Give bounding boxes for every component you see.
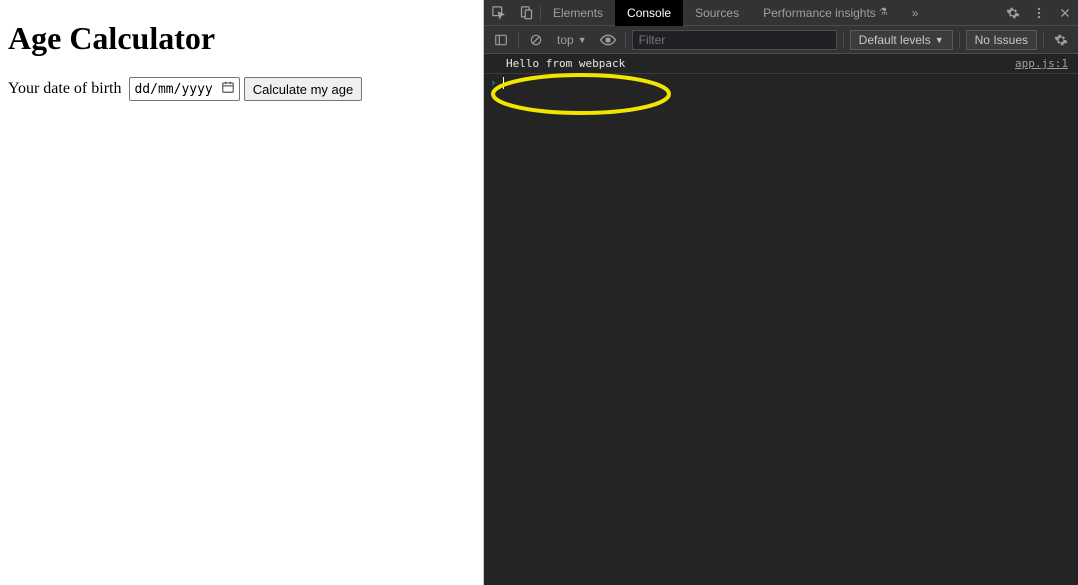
console-output: Hello from webpack app.js:1 › — [484, 54, 1078, 585]
tab-label: Performance insights — [763, 6, 876, 20]
tab-sources[interactable]: Sources — [683, 0, 751, 26]
clear-console-icon[interactable] — [525, 29, 547, 51]
divider — [518, 32, 519, 48]
dob-label: Your date of birth — [8, 80, 121, 98]
tab-elements[interactable]: Elements — [541, 0, 615, 26]
inspect-element-icon[interactable] — [484, 0, 512, 26]
tab-console[interactable]: Console — [615, 0, 683, 26]
tab-more[interactable]: » — [900, 0, 931, 26]
tab-performance-insights[interactable]: Performance insights ⚗ — [751, 0, 900, 26]
context-label: top — [557, 33, 574, 47]
console-settings-gear-icon[interactable] — [1050, 29, 1072, 51]
settings-gear-icon[interactable] — [1000, 0, 1026, 26]
log-levels-select[interactable]: Default levels ▼ — [850, 30, 953, 50]
calculate-button[interactable]: Calculate my age — [244, 77, 362, 101]
date-placeholder-text: dd/mm/yyyy — [134, 82, 212, 97]
chevron-down-icon: ▼ — [935, 35, 944, 45]
log-source-link[interactable]: app.js:1 — [1015, 57, 1068, 70]
devtools-panel: Elements Console Sources Performance ins… — [484, 0, 1078, 585]
devtools-tab-bar: Elements Console Sources Performance ins… — [484, 0, 1078, 26]
chevron-down-icon: ▼ — [578, 35, 587, 45]
log-message-text: Hello from webpack — [506, 57, 625, 70]
issues-button[interactable]: No Issues — [966, 30, 1037, 50]
execution-context-select[interactable]: top ▼ — [553, 33, 591, 47]
kebab-menu-icon[interactable] — [1026, 0, 1052, 26]
console-prompt[interactable]: › — [484, 74, 1078, 91]
divider — [959, 32, 960, 48]
text-caret — [503, 77, 504, 89]
live-expression-eye-icon[interactable] — [597, 29, 619, 51]
console-toolbar: top ▼ Default levels ▼ No Issues — [484, 26, 1078, 54]
dob-date-input[interactable]: dd/mm/yyyy — [129, 77, 239, 101]
flask-icon: ⚗ — [879, 7, 888, 18]
dob-form-row: Your date of birth dd/mm/yyyy Calculate … — [8, 77, 475, 101]
levels-label: Default levels — [859, 33, 931, 47]
prompt-arrow-icon: › — [490, 76, 497, 89]
page-title: Age Calculator — [8, 20, 475, 57]
filter-input[interactable] — [632, 30, 837, 50]
close-devtools-icon[interactable] — [1052, 0, 1078, 26]
divider — [625, 32, 626, 48]
sidebar-toggle-icon[interactable] — [490, 29, 512, 51]
calendar-icon[interactable] — [221, 80, 235, 98]
divider — [843, 32, 844, 48]
console-log-row: Hello from webpack app.js:1 — [484, 54, 1078, 74]
divider — [1043, 32, 1044, 48]
app-page: Age Calculator Your date of birth dd/mm/… — [0, 0, 484, 585]
device-toggle-icon[interactable] — [512, 0, 540, 26]
